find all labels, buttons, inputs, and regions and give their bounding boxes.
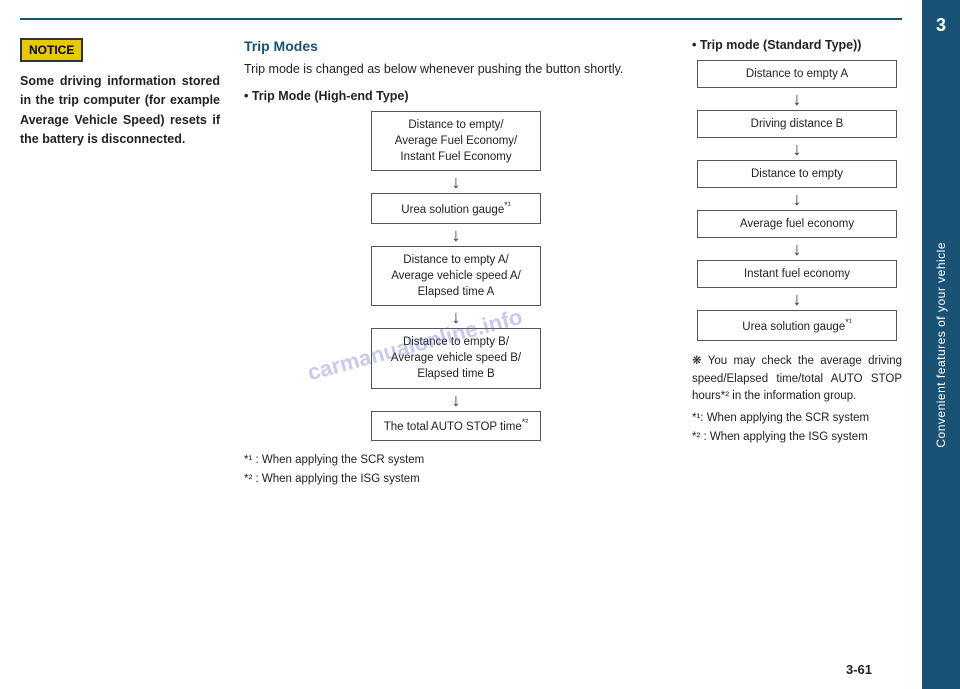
standard-flow-box-3: Distance to empty <box>697 160 897 188</box>
high-end-title: • Trip Mode (High-end Type) <box>244 89 668 103</box>
standard-footnote-2: *² : When applying the ISG system <box>692 428 902 446</box>
notice-text: Some driving information stored in the t… <box>20 72 220 150</box>
flow-arrow-1: ↓ <box>452 173 461 191</box>
right-sidebar: Convenient features of your vehicle 3 <box>922 0 960 689</box>
sidebar-chapter-label: Convenient features of your vehicle <box>934 242 948 448</box>
left-column: NOTICE Some driving information stored i… <box>20 38 220 488</box>
footnote-2: *² : When applying the ISG system <box>244 470 668 488</box>
content-columns: NOTICE Some driving information stored i… <box>20 38 902 488</box>
standard-flow-box-4: Average fuel economy <box>697 210 897 238</box>
flow-arrow-2: ↓ <box>452 226 461 244</box>
page-number: 3-61 <box>846 662 872 677</box>
main-content: NOTICE Some driving information stored i… <box>0 0 922 689</box>
flow-box-2: Urea solution gauge*¹ <box>371 193 541 224</box>
standard-title: • Trip mode (Standard Type)) <box>692 38 902 52</box>
notice-label: NOTICE <box>20 38 83 62</box>
high-end-flowchart: Distance to empty/Average Fuel Economy/I… <box>244 111 668 442</box>
flow-arrow-3: ↓ <box>452 308 461 326</box>
section-intro: Trip mode is changed as below whenever p… <box>244 60 668 79</box>
standard-flow-arrow-2: ↓ <box>793 140 802 158</box>
top-line <box>20 18 902 20</box>
note-symbol: ❋ <box>692 355 702 367</box>
standard-flow-arrow-3: ↓ <box>793 190 802 208</box>
standard-footnote-1: *¹: When applying the SCR system <box>692 409 902 427</box>
flow-box-1: Distance to empty/Average Fuel Economy/I… <box>371 111 541 171</box>
standard-flow-box-5: Instant fuel economy <box>697 260 897 288</box>
flow-box-4: Distance to empty B/Average vehicle spee… <box>371 328 541 388</box>
footnote-1: *¹ : When applying the SCR system <box>244 451 668 469</box>
standard-flowchart: Distance to empty A ↓ Driving distance B… <box>692 60 902 341</box>
standard-flow-box-1: Distance to empty A <box>697 60 897 88</box>
right-column: • Trip mode (Standard Type)) Distance to… <box>692 38 902 488</box>
note-box: ❋ You may check the average driving spee… <box>692 353 902 446</box>
sidebar-chapter-number: 3 <box>922 0 960 50</box>
standard-flow-box-2: Driving distance B <box>697 110 897 138</box>
note-text: You may check the average driving speed/… <box>692 355 902 402</box>
flow-box-3: Distance to empty A/Average vehicle spee… <box>371 246 541 306</box>
standard-flow-box-6: Urea solution gauge*¹ <box>697 310 897 341</box>
page-container: NOTICE Some driving information stored i… <box>0 0 960 689</box>
high-end-footnotes: *¹ : When applying the SCR system *² : W… <box>244 451 668 488</box>
standard-footnotes: *¹: When applying the SCR system *² : Wh… <box>692 409 902 446</box>
flow-box-5: The total AUTO STOP time*² <box>371 411 541 442</box>
standard-flow-arrow-1: ↓ <box>793 90 802 108</box>
middle-column: Trip Modes Trip mode is changed as below… <box>244 38 668 488</box>
section-title: Trip Modes <box>244 38 668 54</box>
standard-flow-arrow-5: ↓ <box>793 290 802 308</box>
standard-flow-arrow-4: ↓ <box>793 240 802 258</box>
flow-arrow-4: ↓ <box>452 391 461 409</box>
